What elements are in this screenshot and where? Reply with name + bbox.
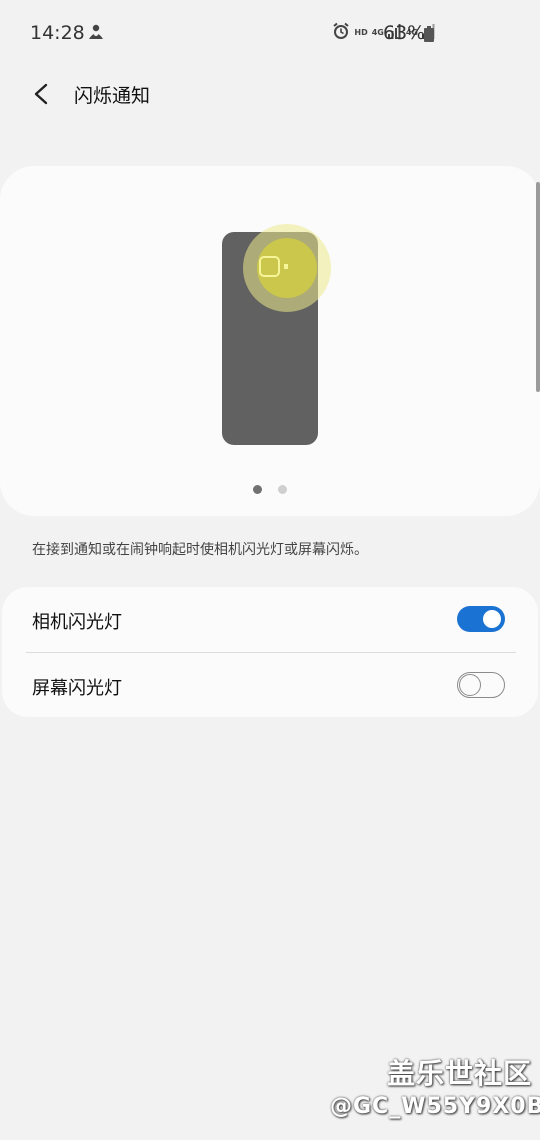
setting-row-camera-flash[interactable]: 相机闪光灯 — [2, 587, 538, 651]
description-text: 在接到通知或在闹钟响起时使相机闪光灯或屏幕闪烁。 — [32, 542, 368, 558]
screen-flash-toggle[interactable] — [457, 671, 505, 699]
back-button[interactable] — [24, 76, 60, 112]
page-title: 闪烁通知 — [74, 85, 151, 107]
hd-label: HD — [354, 28, 368, 37]
page-dot-2[interactable] — [278, 485, 287, 494]
toggle-thumb — [459, 674, 481, 696]
scroll-indicator — [536, 182, 540, 392]
setting-label-camera-flash: 相机闪光灯 — [32, 612, 122, 633]
page-indicator — [253, 485, 287, 494]
camera-flash-toggle[interactable] — [457, 605, 505, 633]
status-bar: 14:28 HD 4G 4G 63% — [0, 0, 540, 68]
toggle-thumb — [481, 608, 503, 630]
battery-icon — [424, 26, 434, 42]
illustration-card[interactable] — [0, 166, 540, 516]
alarm-icon — [332, 22, 350, 44]
setting-row-screen-flash[interactable]: 屏幕闪光灯 — [2, 653, 538, 717]
watermark-id: @GC_W55Y9X0B — [330, 1094, 540, 1119]
header: 闪烁通知 — [0, 70, 540, 118]
chevron-left-icon — [34, 83, 48, 105]
notification-icon — [86, 22, 106, 42]
setting-label-screen-flash: 屏幕闪光灯 — [32, 678, 122, 699]
page-dot-1[interactable] — [253, 485, 262, 494]
battery-percentage: 63% — [383, 22, 426, 44]
status-time: 14:28 — [30, 22, 85, 44]
flash-glow-icon — [242, 223, 332, 313]
watermark-title: 盖乐世社区 — [387, 1057, 533, 1090]
settings-card: 相机闪光灯 屏幕闪光灯 — [2, 587, 538, 717]
